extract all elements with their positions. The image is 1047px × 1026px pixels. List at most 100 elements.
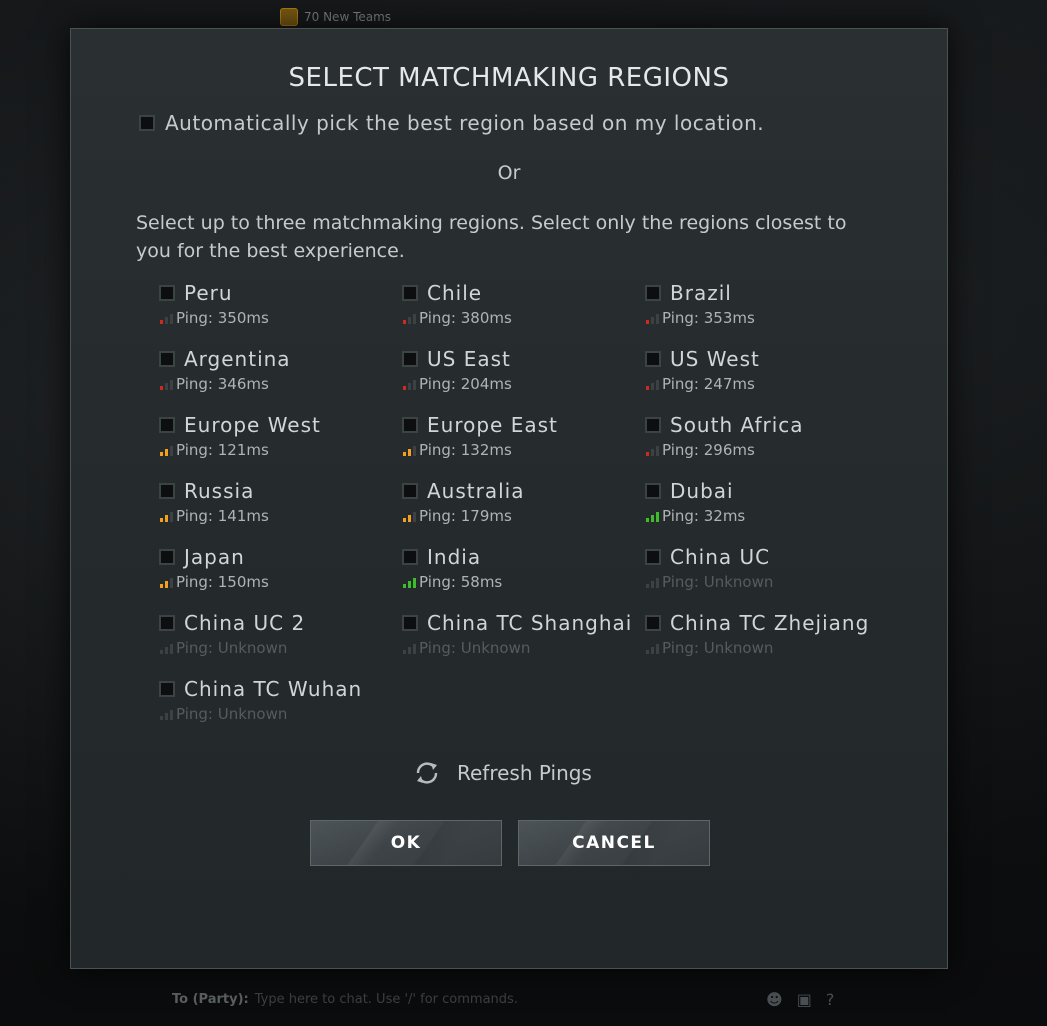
region-china-uc-2[interactable]: China UC 2 Ping: Unknown: [159, 611, 399, 671]
region-australia[interactable]: Australia Ping: 179ms: [402, 479, 642, 539]
region-option[interactable]: China TC Wuhan: [159, 677, 399, 701]
signal-bars-icon: [403, 378, 416, 390]
region-checkbox[interactable]: [645, 351, 661, 367]
chat-icons: ☻ ▣ ?: [766, 990, 834, 1009]
signal-bars-icon: [160, 576, 173, 588]
ping-text: Ping: Unknown: [662, 639, 774, 657]
region-option[interactable]: Australia: [402, 479, 642, 503]
team-icon: [280, 8, 298, 26]
region-option[interactable]: Chile: [402, 281, 642, 305]
auto-pick-checkbox[interactable]: [139, 115, 155, 131]
region-ping: Ping: 32ms: [646, 507, 885, 525]
ping-text: Ping: Unknown: [176, 639, 288, 657]
auto-pick-label: Automatically pick the best region based…: [165, 111, 765, 135]
region-checkbox[interactable]: [402, 483, 418, 499]
region-ping: Ping: 204ms: [403, 375, 642, 393]
region-china-tc-shanghai[interactable]: China TC Shanghai Ping: Unknown: [402, 611, 642, 671]
region-checkbox[interactable]: [159, 285, 175, 301]
region-europe-west[interactable]: Europe West Ping: 121ms: [159, 413, 399, 473]
region-checkbox[interactable]: [645, 483, 661, 499]
region-option[interactable]: China UC 2: [159, 611, 399, 635]
region-option[interactable]: South Africa: [645, 413, 885, 437]
ping-text: Ping: 132ms: [419, 441, 512, 459]
ok-label: OK: [390, 833, 422, 853]
region-checkbox[interactable]: [402, 351, 418, 367]
auto-pick-option[interactable]: Automatically pick the best region based…: [139, 111, 764, 135]
region-ping: Ping: Unknown: [160, 639, 399, 657]
region-chile[interactable]: Chile Ping: 380ms: [402, 281, 642, 341]
region-option[interactable]: Argentina: [159, 347, 399, 371]
ping-text: Ping: 141ms: [176, 507, 269, 525]
region-option[interactable]: Peru: [159, 281, 399, 305]
region-option[interactable]: US West: [645, 347, 885, 371]
region-option[interactable]: China TC Zhejiang: [645, 611, 885, 635]
region-us-east[interactable]: US East Ping: 204ms: [402, 347, 642, 407]
refresh-pings-label: Refresh Pings: [457, 761, 592, 785]
region-name: Europe West: [184, 413, 321, 437]
region-peru[interactable]: Peru Ping: 350ms: [159, 281, 399, 341]
region-checkbox[interactable]: [159, 681, 175, 697]
region-japan[interactable]: Japan Ping: 150ms: [159, 545, 399, 605]
region-dubai[interactable]: Dubai Ping: 32ms: [645, 479, 885, 539]
region-ping: Ping: Unknown: [160, 705, 399, 723]
signal-bars-icon: [646, 642, 659, 654]
region-option[interactable]: China UC: [645, 545, 885, 569]
region-ping: Ping: 121ms: [160, 441, 399, 459]
region-name: China TC Wuhan: [184, 677, 363, 701]
ok-button[interactable]: OK: [310, 820, 502, 866]
region-option[interactable]: India: [402, 545, 642, 569]
region-brazil[interactable]: Brazil Ping: 353ms: [645, 281, 885, 341]
cancel-label: CANCEL: [572, 833, 656, 853]
region-option[interactable]: China TC Shanghai: [402, 611, 642, 635]
region-checkbox[interactable]: [645, 285, 661, 301]
region-checkbox[interactable]: [402, 615, 418, 631]
region-checkbox[interactable]: [402, 549, 418, 565]
chat-placeholder: Type here to chat. Use '/' for commands.: [254, 992, 518, 1007]
region-checkbox[interactable]: [159, 549, 175, 565]
region-ping: Ping: 58ms: [403, 573, 642, 591]
region-option[interactable]: US East: [402, 347, 642, 371]
region-europe-east[interactable]: Europe East Ping: 132ms: [402, 413, 642, 473]
cancel-button[interactable]: CANCEL: [518, 820, 710, 866]
region-checkbox[interactable]: [645, 549, 661, 565]
ping-text: Ping: 247ms: [662, 375, 755, 393]
region-checkbox[interactable]: [402, 417, 418, 433]
region-china-tc-zhejiang[interactable]: China TC Zhejiang Ping: Unknown: [645, 611, 885, 671]
region-checkbox[interactable]: [645, 417, 661, 433]
ping-text: Ping: 380ms: [419, 309, 512, 327]
region-option[interactable]: Europe East: [402, 413, 642, 437]
region-russia[interactable]: Russia Ping: 141ms: [159, 479, 399, 539]
region-checkbox[interactable]: [402, 285, 418, 301]
ping-text: Ping: Unknown: [176, 705, 288, 723]
region-ping: Ping: 150ms: [160, 573, 399, 591]
region-checkbox[interactable]: [159, 483, 175, 499]
region-checkbox[interactable]: [645, 615, 661, 631]
region-option[interactable]: Russia: [159, 479, 399, 503]
signal-bars-icon: [160, 510, 173, 522]
refresh-pings-button[interactable]: Refresh Pings: [413, 759, 592, 787]
signal-bars-icon: [646, 312, 659, 324]
region-china-tc-wuhan[interactable]: China TC Wuhan Ping: Unknown: [159, 677, 399, 737]
region-checkbox[interactable]: [159, 615, 175, 631]
region-china-uc[interactable]: China UC Ping: Unknown: [645, 545, 885, 605]
dialog-title: SELECT MATCHMAKING REGIONS: [288, 63, 730, 93]
region-option[interactable]: Japan: [159, 545, 399, 569]
region-name: Chile: [427, 281, 483, 305]
region-ping: Ping: Unknown: [646, 573, 885, 591]
signal-bars-icon: [160, 642, 173, 654]
region-india[interactable]: India Ping: 58ms: [402, 545, 642, 605]
region-us-west[interactable]: US West Ping: 247ms: [645, 347, 885, 407]
region-checkbox[interactable]: [159, 351, 175, 367]
region-option[interactable]: Dubai: [645, 479, 885, 503]
region-name: US West: [670, 347, 760, 371]
ping-text: Ping: 353ms: [662, 309, 755, 327]
region-name: India: [427, 545, 482, 569]
region-option[interactable]: Brazil: [645, 281, 885, 305]
new-teams-text: 70 New Teams: [304, 10, 392, 24]
region-option[interactable]: Europe West: [159, 413, 399, 437]
region-ping: Ping: 346ms: [160, 375, 399, 393]
ping-text: Ping: 58ms: [419, 573, 503, 591]
region-south-africa[interactable]: South Africa Ping: 296ms: [645, 413, 885, 473]
region-argentina[interactable]: Argentina Ping: 346ms: [159, 347, 399, 407]
region-checkbox[interactable]: [159, 417, 175, 433]
